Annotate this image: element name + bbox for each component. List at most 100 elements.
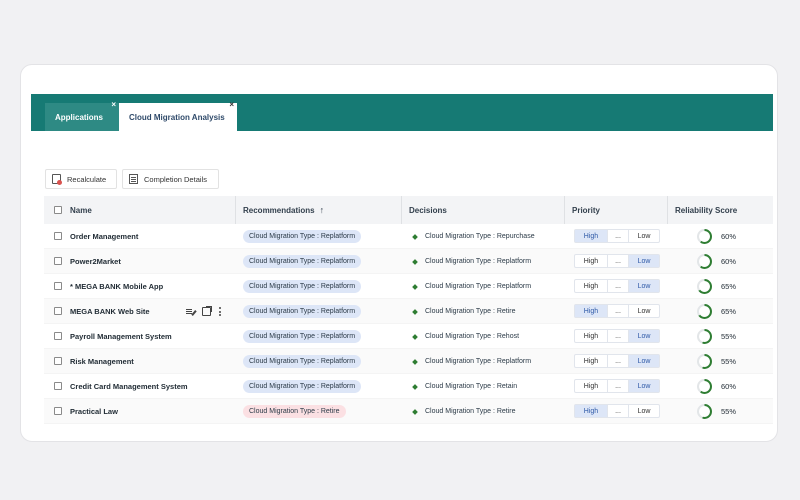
- priority-selector: High ... Low: [574, 379, 660, 393]
- application-name[interactable]: * MEGA BANK Mobile App: [70, 274, 163, 299]
- priority-medium[interactable]: ...: [607, 305, 629, 317]
- priority-medium[interactable]: ...: [607, 230, 629, 242]
- priority-high[interactable]: High: [575, 330, 607, 342]
- row-checkbox[interactable]: [54, 332, 62, 340]
- priority-high[interactable]: High: [575, 405, 607, 417]
- priority-medium[interactable]: ...: [607, 380, 629, 392]
- decision-cell[interactable]: Cloud Migration Type : Replatform: [412, 249, 532, 274]
- recalculate-label: Recalculate: [67, 174, 107, 184]
- score-value: 65%: [721, 281, 737, 291]
- progress-ring-icon: [697, 378, 712, 394]
- priority-low[interactable]: Low: [629, 380, 659, 392]
- decision-text: Cloud Migration Type : Retain: [425, 383, 518, 390]
- priority-selector: High ... Low: [574, 354, 660, 368]
- priority-low[interactable]: Low: [629, 305, 659, 317]
- recalculate-button[interactable]: Recalculate: [45, 169, 117, 189]
- header-name[interactable]: Name: [70, 196, 92, 224]
- row-checkbox[interactable]: [54, 382, 62, 390]
- calculator-icon: [52, 174, 62, 185]
- decision-cell[interactable]: Cloud Migration Type : Retain: [412, 374, 518, 399]
- application-name[interactable]: Payroll Management System: [70, 324, 172, 349]
- priority-low[interactable]: Low: [629, 330, 659, 342]
- close-icon[interactable]: ×: [229, 100, 234, 109]
- decision-text: Cloud Migration Type : Replatform: [425, 358, 532, 365]
- application-name[interactable]: Power2Market: [70, 249, 121, 274]
- row-checkbox[interactable]: [54, 407, 62, 415]
- priority-medium[interactable]: ...: [607, 355, 629, 367]
- application-name[interactable]: Practical Law: [70, 399, 118, 424]
- header-decisions[interactable]: Decisions: [409, 196, 447, 224]
- completion-details-button[interactable]: Completion Details: [122, 169, 219, 189]
- decision-text: Cloud Migration Type : Replatform: [425, 283, 532, 290]
- tab-cloud-migration-analysis[interactable]: Cloud Migration Analysis ×: [119, 100, 237, 131]
- row-checkbox[interactable]: [54, 257, 62, 265]
- decision-cell[interactable]: Cloud Migration Type : Rehost: [412, 324, 519, 349]
- row-checkbox[interactable]: [54, 232, 62, 240]
- row-actions: [186, 299, 222, 324]
- decision-cell[interactable]: Cloud Migration Type : Repurchase: [412, 224, 535, 249]
- priority-high[interactable]: High: [575, 355, 607, 367]
- priority-medium[interactable]: ...: [607, 330, 629, 342]
- decision-text: Cloud Migration Type : Repurchase: [425, 233, 535, 240]
- priority-low[interactable]: Low: [629, 280, 659, 292]
- select-all-checkbox[interactable]: [54, 206, 62, 214]
- application-name[interactable]: Risk Management: [70, 349, 134, 374]
- priority-medium[interactable]: ...: [607, 280, 629, 292]
- open-external-icon[interactable]: [202, 306, 212, 316]
- reliability-score: 60%: [697, 376, 736, 396]
- table-row[interactable]: * MEGA BANK Mobile App Cloud Migration T…: [44, 274, 773, 299]
- priority-selector: High ... Low: [574, 304, 660, 318]
- priority-selector: High ... Low: [574, 279, 660, 293]
- table-row[interactable]: Risk Management Cloud Migration Type : R…: [44, 349, 773, 374]
- table-row[interactable]: Payroll Management System Cloud Migratio…: [44, 324, 773, 349]
- completion-details-label: Completion Details: [144, 174, 207, 184]
- row-checkbox[interactable]: [54, 282, 62, 290]
- main-card: Applications × Cloud Migration Analysis …: [20, 64, 778, 442]
- header-priority[interactable]: Priority: [572, 196, 600, 224]
- reliability-score: 60%: [697, 251, 736, 271]
- priority-high[interactable]: High: [575, 305, 607, 317]
- tab-bar: Applications × Cloud Migration Analysis …: [31, 94, 773, 131]
- application-name[interactable]: MEGA BANK Web Site: [70, 299, 150, 324]
- decision-cell[interactable]: Cloud Migration Type : Replatform: [412, 274, 532, 299]
- decision-cell[interactable]: Cloud Migration Type : Retire: [412, 299, 516, 324]
- priority-high[interactable]: High: [575, 280, 607, 292]
- application-name[interactable]: Order Management: [70, 224, 138, 249]
- table-row[interactable]: Order Management Cloud Migration Type : …: [44, 224, 773, 249]
- priority-high[interactable]: High: [575, 230, 607, 242]
- priority-low[interactable]: Low: [629, 230, 659, 242]
- recommendation-pill: Cloud Migration Type : Replatform: [243, 355, 362, 368]
- tab-label: Applications: [55, 112, 104, 122]
- sort-arrow-icon[interactable]: ↑: [320, 205, 325, 215]
- score-value: 65%: [721, 306, 737, 316]
- header-reliability-score[interactable]: Reliability Score: [675, 196, 737, 224]
- priority-high[interactable]: High: [575, 380, 607, 392]
- decision-cell[interactable]: Cloud Migration Type : Retire: [412, 399, 516, 424]
- more-vertical-icon[interactable]: [218, 307, 222, 316]
- edit-icon[interactable]: [186, 307, 195, 316]
- table-row[interactable]: MEGA BANK Web Site Cloud Migration Type …: [44, 299, 773, 324]
- priority-low[interactable]: Low: [629, 255, 659, 267]
- decision-cell[interactable]: Cloud Migration Type : Replatform: [412, 349, 532, 374]
- table-row[interactable]: Credit Card Management System Cloud Migr…: [44, 374, 773, 399]
- priority-low[interactable]: Low: [629, 405, 659, 417]
- table-row[interactable]: Practical Law Cloud Migration Type : Ret…: [44, 399, 773, 424]
- decision-text: Cloud Migration Type : Replatform: [425, 258, 532, 265]
- tab-applications[interactable]: Applications ×: [45, 100, 119, 131]
- priority-low[interactable]: Low: [629, 355, 659, 367]
- header-recommendations[interactable]: Recommendations ↑: [243, 196, 324, 224]
- progress-ring-icon: [697, 303, 712, 319]
- score-value: 60%: [721, 381, 737, 391]
- applications-table: Name Recommendations ↑ Decisions Priorit…: [44, 196, 773, 424]
- close-icon[interactable]: ×: [111, 100, 116, 109]
- application-name[interactable]: Credit Card Management System: [70, 374, 188, 399]
- table-header: Name Recommendations ↑ Decisions Priorit…: [44, 196, 773, 224]
- priority-high[interactable]: High: [575, 255, 607, 267]
- table-row[interactable]: Power2Market Cloud Migration Type : Repl…: [44, 249, 773, 274]
- row-checkbox[interactable]: [54, 307, 62, 315]
- priority-medium[interactable]: ...: [607, 405, 629, 417]
- row-checkbox[interactable]: [54, 357, 62, 365]
- header-recommendations-label: Recommendations: [243, 205, 315, 215]
- priority-medium[interactable]: ...: [607, 255, 629, 267]
- decision-text: Cloud Migration Type : Retire: [425, 308, 516, 315]
